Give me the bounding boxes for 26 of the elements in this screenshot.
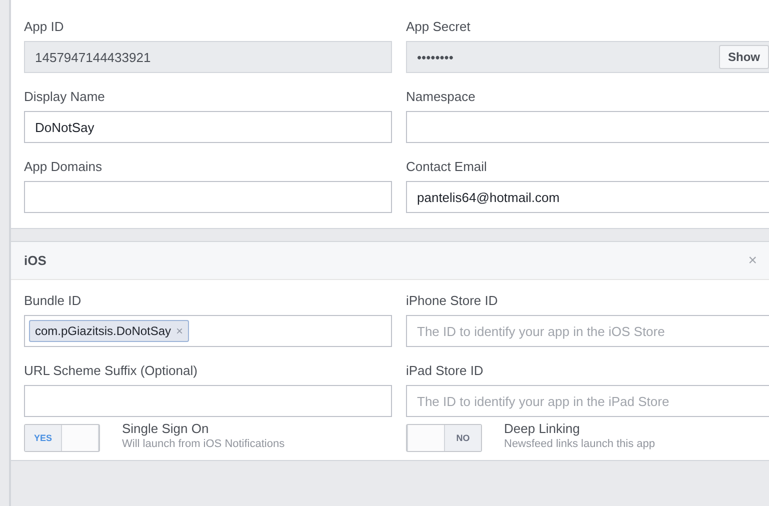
input-field[interactable]: com.pGiazitsis.DoNotSay ×: [24, 315, 392, 347]
input-field[interactable]: pantelis64@hotmail.com: [406, 181, 769, 213]
field-label: iPad Store ID: [406, 363, 484, 378]
field-label: URL Scheme Suffix (Optional): [24, 363, 198, 378]
toggle-label: Deep Linking: [504, 421, 581, 436]
tag-text: com.pGiazitsis.DoNotSay: [35, 324, 172, 338]
section-title: iOS: [24, 253, 46, 268]
show-button[interactable]: Show: [719, 45, 769, 69]
input-field[interactable]: DoNotSay: [24, 111, 392, 143]
field-label: Namespace: [406, 89, 476, 104]
input-field[interactable]: [24, 385, 392, 417]
secret-field[interactable]: •••••••• Show: [406, 41, 769, 73]
toggle-switch[interactable]: NO: [406, 424, 482, 452]
field-label: Display Name: [24, 89, 106, 104]
field-label: App Secret: [406, 19, 472, 34]
field-label: App ID: [24, 19, 65, 34]
field-label: Bundle ID: [24, 293, 82, 308]
field-label: App Domains: [24, 159, 104, 174]
input-field[interactable]: [406, 111, 769, 143]
field-label: Contact Email: [406, 159, 488, 174]
toggle-description: Newsfeed links launch this app: [504, 438, 656, 450]
input-field[interactable]: [24, 181, 392, 213]
field-label: iPhone Store ID: [406, 293, 499, 308]
input-field[interactable]: 1457947144433921: [24, 41, 392, 73]
toggle-label: Single Sign On: [122, 421, 210, 436]
toggle-description: Will launch from iOS Notifications: [122, 438, 285, 450]
